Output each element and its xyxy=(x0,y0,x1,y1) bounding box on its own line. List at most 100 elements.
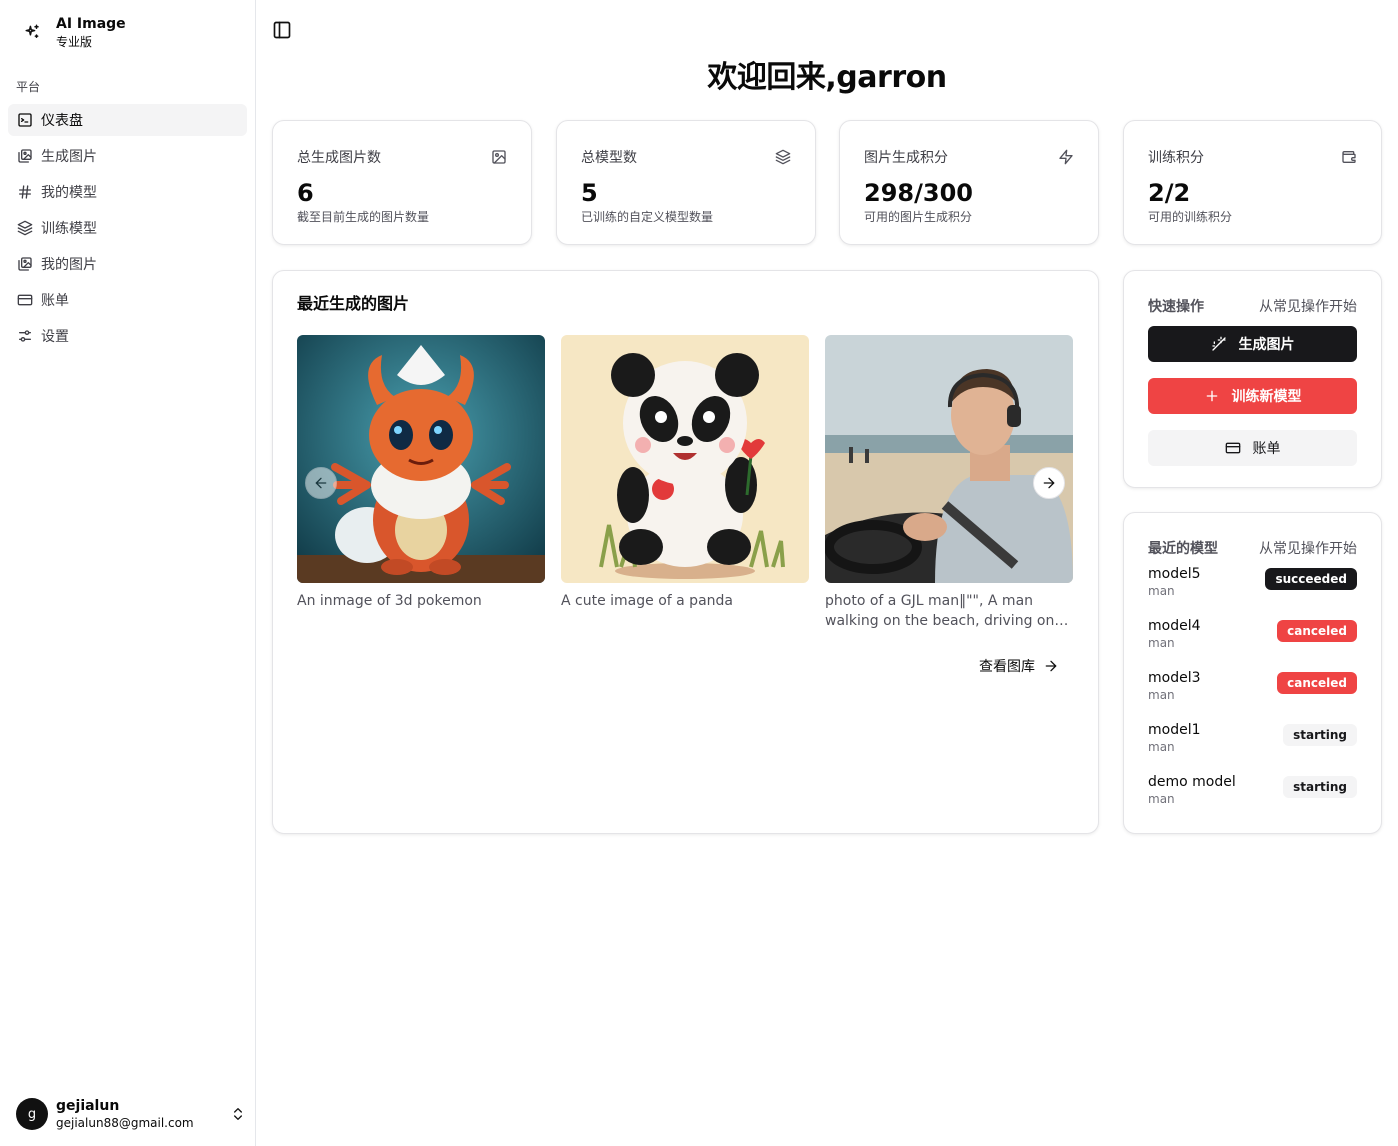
model-type: man xyxy=(1148,584,1175,598)
image-caption: An inmage of 3d pokemon xyxy=(297,593,482,609)
sidebar-item-train[interactable]: 训练模型 xyxy=(8,212,247,244)
gallery-item[interactable]: A cute image of a panda xyxy=(561,335,809,611)
model-name: demo model xyxy=(1148,774,1236,790)
sparkles-icon xyxy=(16,16,48,48)
recent-images-card: 最近生成的图片 An inmage of 3d pokemon A cute i… xyxy=(272,270,1099,834)
model-name: model5 xyxy=(1148,566,1201,582)
credit-card-icon xyxy=(1225,442,1240,454)
sidebar-item-my-images[interactable]: 我的图片 xyxy=(8,248,247,280)
layers-icon xyxy=(775,149,791,165)
wand-icon xyxy=(1211,336,1226,351)
arrow-right-icon xyxy=(1043,477,1055,489)
panel-left-icon xyxy=(273,21,291,39)
model-name: model4 xyxy=(1148,618,1201,634)
carousel-next-button[interactable] xyxy=(1033,467,1065,499)
chevrons-up-down-icon xyxy=(234,1108,242,1120)
status-badge: starting xyxy=(1283,724,1357,746)
button-label: 账单 xyxy=(1252,441,1281,457)
image-caption: photo of a GJL man‖"", A man walking on … xyxy=(825,593,1055,629)
images-icon xyxy=(18,257,32,271)
brand-subtitle: 专业版 xyxy=(56,35,93,49)
button-label: 生成图片 xyxy=(1238,337,1295,353)
model-row[interactable]: model5 man succeeded xyxy=(1148,565,1357,617)
panel-title: 最近的模型 xyxy=(1148,541,1218,557)
sliders-icon xyxy=(19,330,31,342)
generate-image-button[interactable]: 生成图片 xyxy=(1148,326,1357,362)
stat-description: 可用的图片生成积分 xyxy=(864,210,973,224)
wallet-icon xyxy=(1342,151,1356,163)
avatar: g xyxy=(16,1098,48,1130)
nav-group-label: 平台 xyxy=(16,80,41,94)
image-carousel: An inmage of 3d pokemon A cute image of … xyxy=(297,335,1073,635)
sidebar-item-label: 我的图片 xyxy=(41,257,97,273)
model-row[interactable]: model1 man starting xyxy=(1148,721,1357,773)
layers-icon xyxy=(17,220,33,236)
stat-title: 总生成图片数 xyxy=(297,150,381,166)
recent-models-card: 最近的模型 从常见操作开始 model5 man succeeded model… xyxy=(1123,512,1382,834)
user-name: gejialun xyxy=(56,1098,120,1114)
stat-card-models: 总模型数 5 已训练的自定义模型数量 xyxy=(556,120,816,245)
view-gallery-link[interactable]: 查看图库 xyxy=(977,654,1061,678)
model-name: model3 xyxy=(1148,670,1201,686)
section-title: 最近生成的图片 xyxy=(297,294,410,313)
carousel-previous-button[interactable] xyxy=(305,467,337,499)
sidebar-item-billing[interactable]: 账单 xyxy=(8,284,247,316)
model-row[interactable]: model3 man canceled xyxy=(1148,669,1357,721)
images-icon xyxy=(18,149,32,163)
sidebar-item-label: 训练模型 xyxy=(41,221,97,237)
stat-description: 截至目前生成的图片数量 xyxy=(297,210,430,224)
status-badge: succeeded xyxy=(1265,568,1357,590)
train-model-button[interactable]: 训练新模型 xyxy=(1148,378,1357,414)
credit-card-icon xyxy=(17,294,33,306)
stat-title: 图片生成积分 xyxy=(864,150,948,166)
terminal-icon xyxy=(18,113,32,127)
sidebar-item-dashboard[interactable]: 仪表盘 xyxy=(8,104,247,136)
sidebar-item-settings[interactable]: 设置 xyxy=(8,320,247,352)
model-list: model5 man succeeded model4 man canceled… xyxy=(1148,565,1357,825)
model-type: man xyxy=(1148,740,1175,754)
model-type: man xyxy=(1148,792,1175,806)
sidebar-item-my-models[interactable]: 我的模型 xyxy=(8,176,247,208)
image-caption: A cute image of a panda xyxy=(561,593,733,609)
button-label: 训练新模型 xyxy=(1231,389,1302,405)
stat-value: 5 xyxy=(581,179,598,207)
sidebar-item-generate[interactable]: 生成图片 xyxy=(8,140,247,172)
stat-description: 可用的训练积分 xyxy=(1148,210,1233,224)
user-email: gejialun88@gmail.com xyxy=(56,1116,194,1130)
sidebar-item-label: 设置 xyxy=(41,329,69,345)
model-type: man xyxy=(1148,688,1175,702)
hash-icon xyxy=(19,185,31,199)
sidebar-item-label: 仪表盘 xyxy=(41,113,83,129)
stat-value: 6 xyxy=(297,179,314,207)
model-row[interactable]: model4 man canceled xyxy=(1148,617,1357,669)
sidebar-toggle-button[interactable] xyxy=(272,20,292,40)
brand[interactable]: AI Image 专业版 xyxy=(16,12,246,52)
stat-value: 2/2 xyxy=(1148,179,1191,207)
brand-title: AI Image xyxy=(56,16,126,32)
panel-title: 快速操作 xyxy=(1148,299,1204,315)
generated-image-man-driving xyxy=(825,335,1073,583)
sidebar: AI Image 专业版 平台 仪表盘 生成图片 我的模型 训练模型 我的图片 … xyxy=(0,0,256,1146)
generated-image-panda xyxy=(561,335,809,583)
zap-icon xyxy=(1059,149,1073,165)
status-badge: starting xyxy=(1283,776,1357,798)
arrow-left-icon xyxy=(315,477,327,489)
billing-button[interactable]: 账单 xyxy=(1148,430,1357,466)
view-gallery-label: 查看图库 xyxy=(979,659,1035,675)
stat-card-images: 总生成图片数 6 截至目前生成的图片数量 xyxy=(272,120,532,245)
model-type: man xyxy=(1148,636,1175,650)
panel-subtitle: 从常见操作开始 xyxy=(1259,299,1357,315)
sidebar-nav: 仪表盘 生成图片 我的模型 训练模型 我的图片 账单 设置 xyxy=(8,104,247,356)
plus-icon xyxy=(1206,390,1217,402)
model-row[interactable]: demo model man starting xyxy=(1148,773,1357,825)
sidebar-item-label: 账单 xyxy=(41,293,69,309)
panel-subtitle: 从常见操作开始 xyxy=(1259,541,1357,557)
quick-actions-card: 快速操作 从常见操作开始 生成图片 训练新模型 账单 xyxy=(1123,270,1382,488)
status-badge: canceled xyxy=(1277,672,1357,694)
stat-value: 298/300 xyxy=(864,179,973,207)
stat-title: 训练积分 xyxy=(1148,150,1204,166)
page-title: 欢迎回来,garron xyxy=(707,60,947,95)
image-icon xyxy=(492,150,506,164)
user-menu[interactable]: g gejialun gejialun88@gmail.com xyxy=(16,1096,246,1132)
stat-title: 总模型数 xyxy=(581,150,637,166)
